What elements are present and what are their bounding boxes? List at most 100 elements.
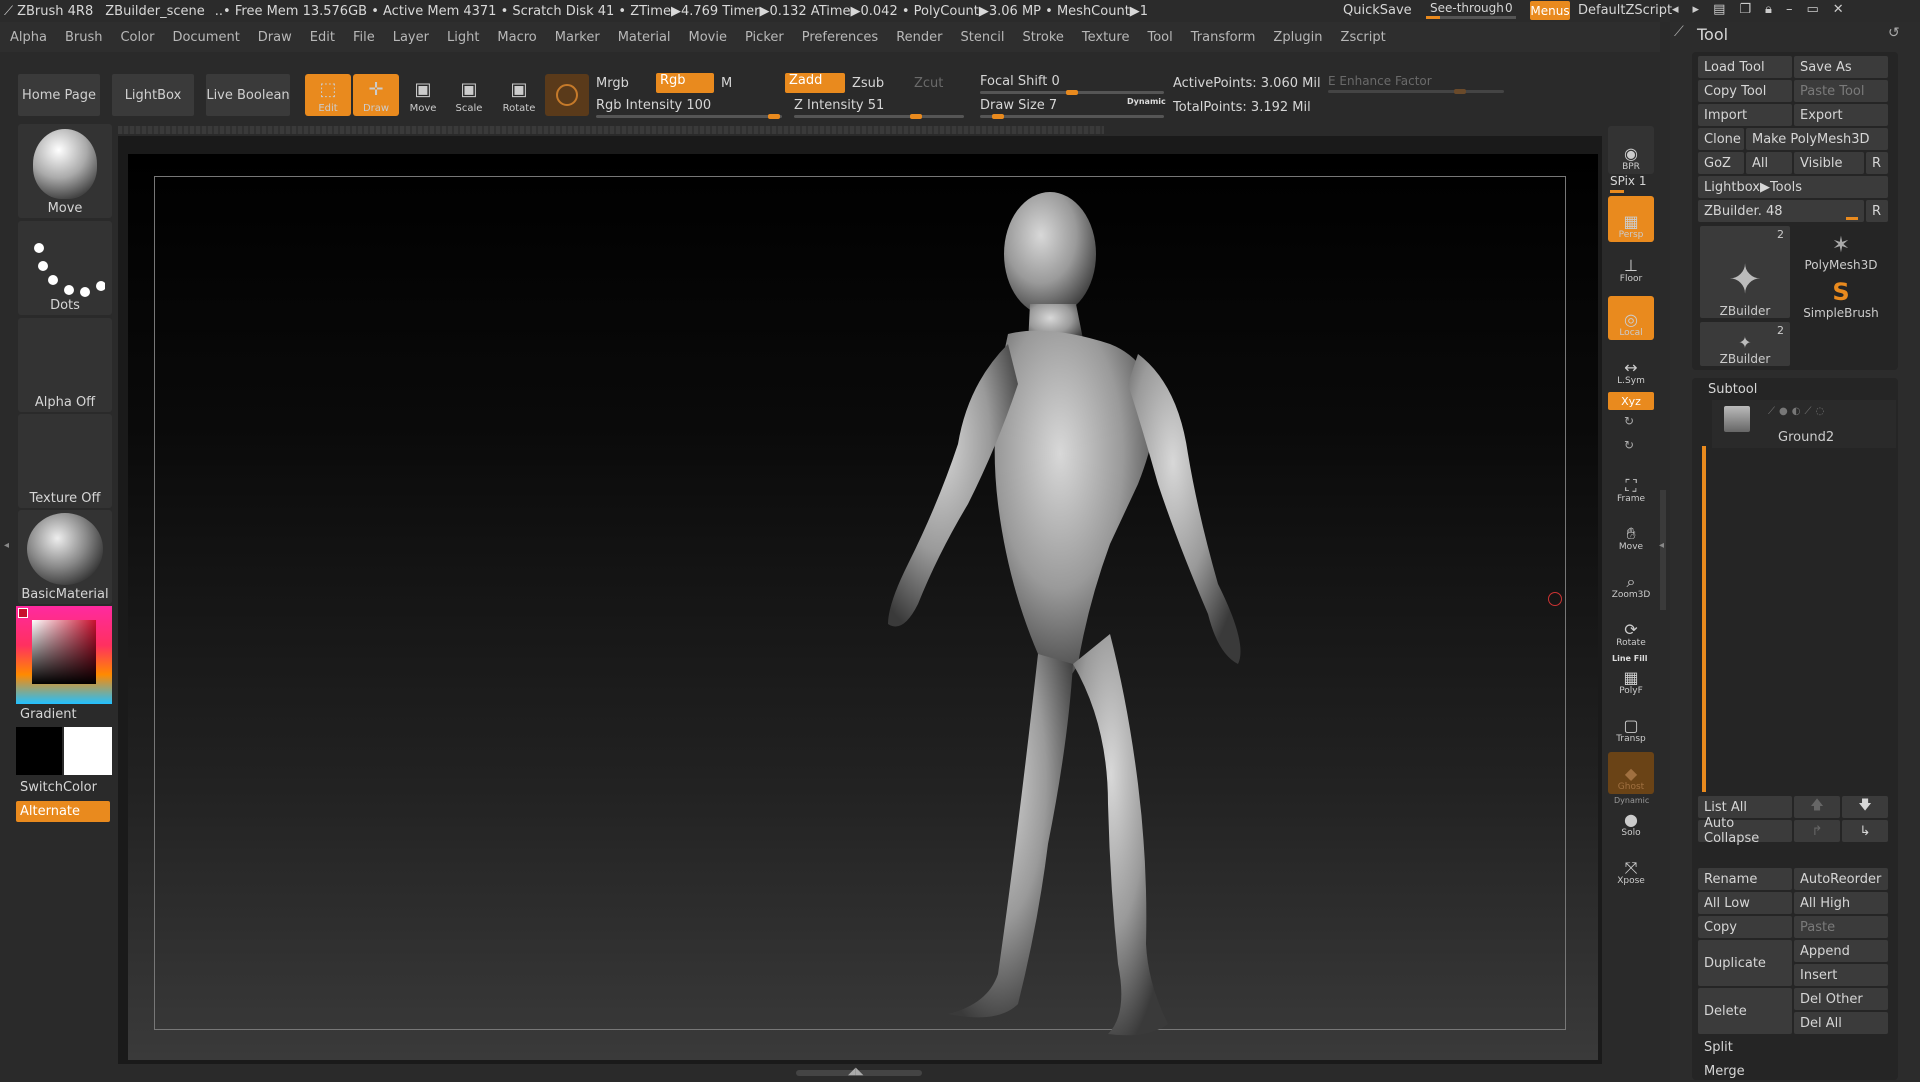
rotate-button[interactable]: ▣ Rotate	[496, 74, 542, 116]
quicksave-button[interactable]: QuickSave	[1343, 3, 1412, 18]
rgb-intensity-slider[interactable]	[596, 114, 782, 119]
draw-size-slider[interactable]	[980, 114, 1164, 119]
right-tray-arrow-icon[interactable]: ◂	[1659, 540, 1664, 551]
menus-toggle[interactable]: Menus	[1530, 1, 1570, 20]
menu-tool[interactable]: Tool	[1147, 30, 1172, 45]
menu-light[interactable]: Light	[447, 30, 479, 45]
menu-preferences[interactable]: Preferences	[802, 30, 878, 45]
menu-transform[interactable]: Transform	[1191, 30, 1256, 45]
local-button[interactable]: ◎ Local	[1608, 296, 1654, 340]
tool-thumb-simplebrush[interactable]: S SimpleBrush	[1796, 274, 1886, 320]
menu-picker[interactable]: Picker	[745, 30, 784, 45]
paste-tool-button[interactable]: Paste Tool	[1794, 80, 1888, 102]
human-model[interactable]	[848, 184, 1268, 1044]
primary-color-swatch[interactable]	[64, 727, 112, 775]
ghost-button[interactable]: ◆ Ghost	[1608, 752, 1654, 794]
auto-collapse-button[interactable]: Auto Collapse	[1698, 816, 1792, 846]
menu-marker[interactable]: Marker	[555, 30, 600, 45]
xyz-button[interactable]: Xyz	[1608, 392, 1654, 410]
move-view-button[interactable]: ✋︎ Move	[1608, 510, 1654, 554]
persp-button[interactable]: ▦ Persp	[1608, 196, 1654, 242]
copy-subtool-button[interactable]: Copy	[1698, 916, 1792, 938]
layout2-icon[interactable]: ▤	[1713, 2, 1739, 17]
save-as-button[interactable]: Save As	[1794, 56, 1888, 78]
zsub-button[interactable]: Zsub	[852, 76, 884, 91]
rgb-button[interactable]: Rgb	[656, 73, 714, 93]
menu-file[interactable]: File	[353, 30, 375, 45]
rotate-z-icon[interactable]: ↻	[1624, 438, 1634, 452]
menu-stroke[interactable]: Stroke	[1022, 30, 1063, 45]
menu-alpha[interactable]: Alpha	[10, 30, 47, 45]
rotate-y-icon[interactable]: ↻	[1624, 414, 1634, 428]
document-canvas[interactable]	[128, 154, 1598, 1060]
draw-button[interactable]: ✛ Draw	[353, 74, 399, 116]
delete-button[interactable]: Delete	[1698, 988, 1792, 1034]
del-all-button[interactable]: Del All	[1794, 1012, 1888, 1034]
menu-zscript[interactable]: Zscript	[1341, 30, 1386, 45]
frame-button[interactable]: ⛶ Frame	[1608, 462, 1654, 506]
tool-thumb-polymesh[interactable]: ✶ PolyMesh3D	[1796, 226, 1886, 272]
import-button[interactable]: Import	[1698, 104, 1792, 126]
subtool-item[interactable]: ⟋●◐⟋◌ Ground2	[1712, 400, 1896, 448]
restore-icon[interactable]: ❐	[1739, 2, 1765, 17]
alpha-selector[interactable]: Alpha Off	[18, 318, 112, 412]
bpr-button[interactable]: ◉ BPR	[1608, 126, 1654, 174]
export-button[interactable]: Export	[1794, 104, 1888, 126]
insert-button[interactable]: Insert	[1794, 964, 1888, 986]
brush-selector[interactable]: Move	[18, 124, 112, 218]
duplicate-button[interactable]: Duplicate	[1698, 940, 1792, 986]
zadd-button[interactable]: Zadd	[785, 73, 845, 93]
focal-shift-slider[interactable]	[980, 90, 1164, 95]
dynamic-toggle[interactable]: Dynamic	[1127, 97, 1166, 106]
menu-stencil[interactable]: Stencil	[960, 30, 1004, 45]
transp-button[interactable]: ▢ Transp	[1608, 706, 1654, 746]
menu-draw[interactable]: Draw	[258, 30, 292, 45]
menu-material[interactable]: Material	[618, 30, 671, 45]
zoom3d-button[interactable]: ⌕ Zoom3D	[1608, 558, 1654, 602]
top-tray-handle[interactable]	[118, 126, 1104, 134]
menu-render[interactable]: Render	[896, 30, 942, 45]
lsym-button[interactable]: ↔ L.Sym	[1608, 352, 1654, 388]
make-polymesh-button[interactable]: Make PolyMesh3D	[1746, 128, 1888, 150]
menu-texture[interactable]: Texture	[1082, 30, 1130, 45]
layout-icon[interactable]: ◂▸	[1672, 2, 1713, 17]
alternate-toggle[interactable]: Alternate	[16, 801, 110, 822]
mrgb-button[interactable]: Mrgb	[596, 76, 629, 91]
insert-arrow-icon[interactable]: ↳	[1842, 820, 1888, 842]
rename-button[interactable]: Rename	[1698, 868, 1792, 890]
lightbox-tools-button[interactable]: Lightbox▶Tools	[1698, 176, 1888, 198]
move-up-icon[interactable]: 🡅︎	[1794, 796, 1840, 818]
z-intensity-slider[interactable]	[794, 114, 964, 119]
list-all-button[interactable]: List All	[1698, 796, 1792, 818]
tool-thumb-zbuilder[interactable]: 2 ✦ ZBuilder	[1700, 226, 1790, 318]
bottom-tray-arrow-icon[interactable]: ◢◣	[848, 1066, 863, 1077]
live-boolean-button[interactable]: Live Boolean	[206, 74, 290, 116]
brush-mode-button[interactable]	[545, 74, 589, 116]
move-button[interactable]: ▣ Move	[400, 74, 446, 116]
solo-button[interactable]: ● Solo	[1608, 804, 1654, 840]
paste-subtool-button[interactable]: Paste	[1794, 916, 1888, 938]
seethrough-slider[interactable]	[1426, 16, 1516, 19]
append-button[interactable]: Append	[1794, 940, 1888, 962]
left-tray-arrow-icon[interactable]: ◂	[4, 540, 10, 570]
color-picker[interactable]	[16, 606, 112, 704]
seethrough-label[interactable]: See-through	[1430, 1, 1504, 15]
tool-thumb-zbuilder-2[interactable]: 2 ✦ ZBuilder	[1700, 322, 1790, 366]
menu-movie[interactable]: Movie	[689, 30, 727, 45]
switch-color-button[interactable]: SwitchColor	[20, 780, 97, 795]
all-high-button[interactable]: All High	[1794, 892, 1888, 914]
lock-icon[interactable]: 🔒︎	[1765, 2, 1786, 17]
enhance-factor-slider[interactable]	[1328, 89, 1504, 94]
minimize-icon[interactable]: –	[1786, 2, 1807, 17]
load-tool-button[interactable]: Load Tool	[1698, 56, 1792, 78]
subtool-toggles-icon[interactable]: ⟋●◐⟋◌	[1768, 406, 1828, 417]
edit-button[interactable]: ⬚ Edit	[305, 74, 351, 116]
del-other-button[interactable]: Del Other	[1794, 988, 1888, 1010]
polyf-button[interactable]: ▦ PolyF	[1608, 662, 1654, 698]
zcut-button[interactable]: Zcut	[914, 76, 943, 91]
goz-button[interactable]: GoZ	[1698, 152, 1744, 174]
visible-button[interactable]: Visible	[1794, 152, 1864, 174]
material-selector[interactable]: BasicMaterial	[18, 510, 112, 604]
zbuilder-slider[interactable]: ZBuilder. 48	[1698, 200, 1864, 222]
menu-layer[interactable]: Layer	[393, 30, 429, 45]
